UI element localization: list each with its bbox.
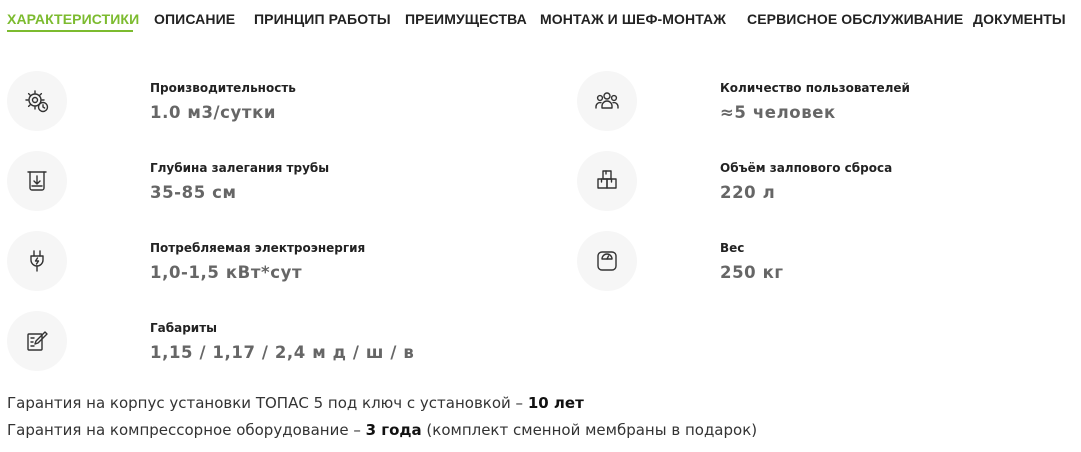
spec-label: Вес <box>720 241 745 255</box>
tab-service[interactable]: СЕРВИСНОЕ ОБСЛУЖИВАНИЕ <box>747 11 963 27</box>
tab-documents[interactable]: ДОКУМЕНТЫ <box>973 11 1066 27</box>
warranty-compressor-line: Гарантия на компрессорное оборудование –… <box>7 421 757 439</box>
spec-label: Потребляемая электроэнергия <box>150 241 366 255</box>
spec-value: 220 л <box>720 183 776 202</box>
tab-description[interactable]: ОПИСАНИЕ <box>154 11 235 27</box>
tabs-nav: ХАРАКТЕРИСТИКИ ОПИСАНИЕ ПРИНЦИП РАБОТЫ П… <box>0 0 1081 40</box>
gear-clock-icon <box>7 71 67 131</box>
spec-label: Количество пользователей <box>720 81 910 95</box>
warranty-body-text: Гарантия на корпус установки ТОПАС 5 под… <box>7 394 528 412</box>
spec-value: 1.0 м3/сутки <box>150 103 277 122</box>
tab-characteristics[interactable]: ХАРАКТЕРИСТИКИ <box>7 11 139 27</box>
spec-value: 1,15 / 1,17 / 2,4 м д / ш / в <box>150 343 415 362</box>
boxes-icon <box>577 151 637 211</box>
spec-value: ≈5 человек <box>720 103 836 122</box>
warranty-compressor-text: Гарантия на компрессорное оборудование – <box>7 421 366 439</box>
spec-label: Производительность <box>150 81 296 95</box>
pencil-ruler-icon <box>7 311 67 371</box>
warranty-compressor-value: 3 года <box>365 421 422 439</box>
tab-principle[interactable]: ПРИНЦИП РАБОТЫ <box>254 11 391 27</box>
pipe-depth-icon <box>7 151 67 211</box>
spec-value: 35-85 см <box>150 183 237 202</box>
tab-advantages[interactable]: ПРЕИМУЩЕСТВА <box>405 11 527 27</box>
power-plug-icon <box>7 231 67 291</box>
spec-label: Габариты <box>150 321 218 335</box>
users-icon <box>577 71 637 131</box>
active-tab-underline <box>7 30 133 32</box>
scale-icon <box>577 231 637 291</box>
warranty-body-line: Гарантия на корпус установки ТОПАС 5 под… <box>7 394 584 412</box>
spec-value: 250 кг <box>720 263 784 282</box>
spec-label: Глубина залегания трубы <box>150 161 330 175</box>
spec-value: 1,0-1,5 кВт*сут <box>150 263 303 282</box>
warranty-body-value: 10 лет <box>527 394 584 412</box>
warranty-compressor-note: (комплект сменной мембраны в подарок) <box>421 421 758 439</box>
tab-installation[interactable]: МОНТАЖ И ШЕФ-МОНТАЖ <box>540 11 726 27</box>
spec-label: Объём залпового сброса <box>720 161 893 175</box>
